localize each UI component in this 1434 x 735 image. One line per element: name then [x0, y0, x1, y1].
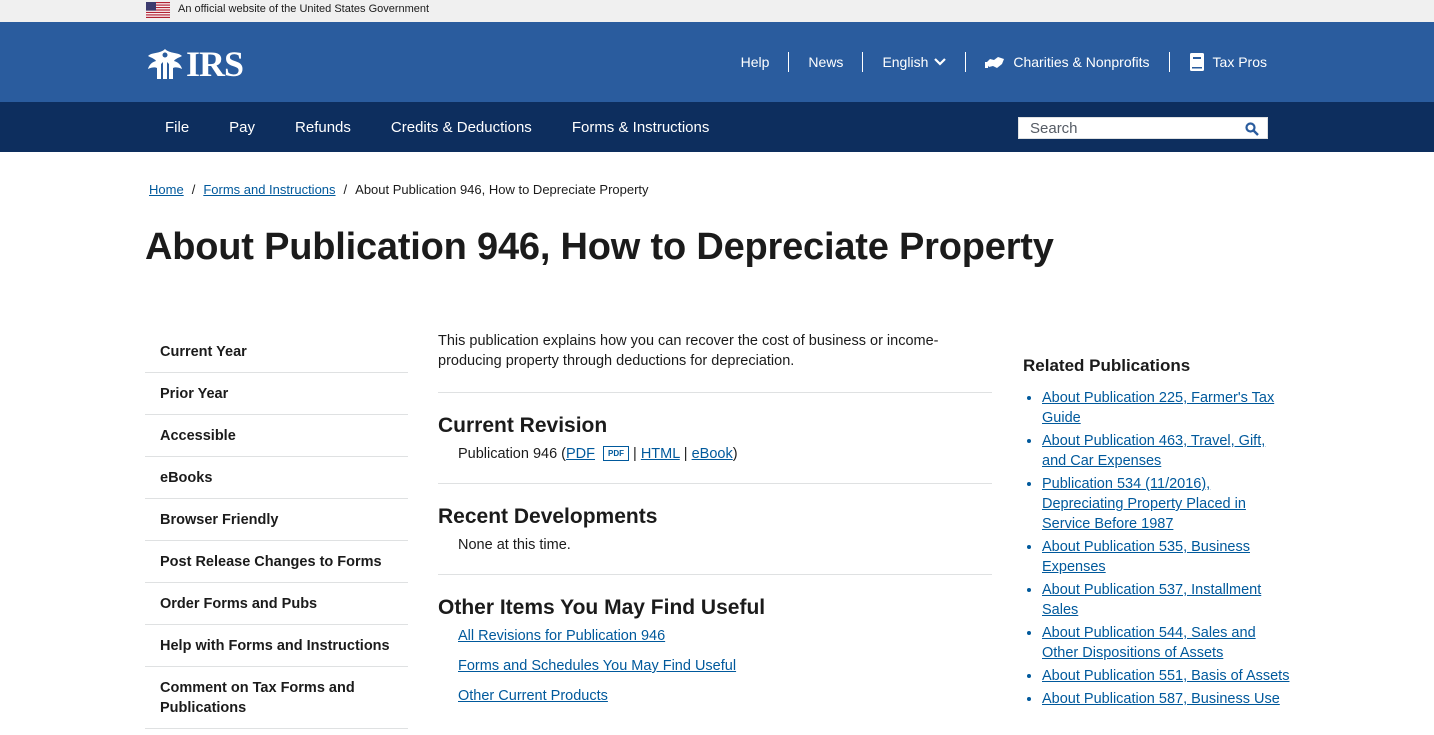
search-input[interactable]: [1019, 118, 1239, 138]
recent-developments-heading: Recent Developments: [438, 505, 658, 528]
utility-nav: Help News English Charities & Nonprofits…: [722, 22, 1267, 102]
other-products-link[interactable]: Other Current Products: [458, 688, 608, 704]
tax-pros-label: Tax Pros: [1212, 54, 1267, 70]
tax-pros-link[interactable]: Tax Pros: [1168, 52, 1267, 72]
news-label: News: [808, 54, 844, 70]
nav-pay[interactable]: Pay: [209, 119, 275, 136]
page-title: About Publication 946, How to Depreciate…: [145, 226, 1054, 268]
search-icon[interactable]: [1245, 122, 1259, 136]
ebook-link[interactable]: eBook: [692, 446, 733, 462]
pdf-badge: PDF: [603, 446, 630, 461]
other-items-section: Other Items You May Find Useful All Revi…: [438, 594, 992, 735]
sidebar-item-help-forms[interactable]: Help with Forms and Instructions: [145, 625, 408, 667]
current-revision-heading: Current Revision: [438, 414, 608, 437]
related-link-pub-535[interactable]: About Publication 535, Business Expenses: [1042, 539, 1250, 575]
list-item: About Publication 463, Travel, Gift, and…: [1042, 431, 1293, 471]
related-link-pub-225[interactable]: About Publication 225, Farmer's Tax Guid…: [1042, 390, 1274, 426]
us-flag-icon: [146, 2, 170, 18]
breadcrumb-home[interactable]: Home: [149, 182, 184, 197]
sidebar-item-ebooks[interactable]: eBooks: [145, 457, 408, 499]
related-link-pub-551[interactable]: About Publication 551, Basis of Assets: [1042, 668, 1289, 684]
intro-text: This publication explains how you can re…: [438, 331, 992, 393]
language-selector[interactable]: English: [862, 52, 965, 72]
pipe-separator: |: [633, 446, 637, 462]
sidebar-item-comment[interactable]: Comment on Tax Forms and Publications: [145, 667, 408, 729]
related-publications: Related Publications About Publication 2…: [1023, 354, 1293, 712]
list-item: About Publication 535, Business Expenses: [1042, 537, 1293, 577]
list-item: About Publication 544, Sales and Other D…: [1042, 623, 1293, 663]
breadcrumb-separator: /: [191, 182, 196, 197]
list-item: About Publication 537, Installment Sales: [1042, 580, 1293, 620]
sidebar-item-accessible[interactable]: Accessible: [145, 415, 408, 457]
pipe-separator: |: [683, 446, 688, 462]
help-label: Help: [740, 54, 770, 70]
sidebar-item-post-release-changes[interactable]: Post Release Changes to Forms: [145, 541, 408, 583]
news-link[interactable]: News: [788, 52, 862, 72]
book-icon: [1189, 53, 1204, 71]
related-link-pub-587[interactable]: About Publication 587, Business Use: [1042, 691, 1280, 707]
eagle-icon: [148, 49, 182, 79]
gov-banner-text: An official website of the United States…: [178, 3, 430, 15]
site-header: IRS Help News English Charities & Nonpro…: [0, 22, 1434, 102]
nav-credits-deductions[interactable]: Credits & Deductions: [371, 119, 552, 136]
other-items-links: All Revisions for Publication 946 Forms …: [438, 626, 992, 716]
breadcrumb: Home / Forms and Instructions / About Public…: [149, 182, 649, 197]
sidebar-item-prior-year[interactable]: Prior Year: [145, 373, 408, 415]
list-item: Publication 534 (11/2016), Depreciating …: [1042, 474, 1293, 534]
handshake-icon: [985, 57, 1005, 68]
other-items-heading: Other Items You May Find Useful: [438, 596, 766, 619]
sidebar-item-current-year[interactable]: Current Year: [145, 331, 408, 373]
breadcrumb-separator: /: [343, 182, 348, 197]
current-revision-section: Current Revision Publication 946 (PDF PDF…: [438, 412, 992, 484]
irs-logo[interactable]: IRS: [146, 44, 244, 84]
list-item: About Publication 225, Farmer's Tax Guid…: [1042, 388, 1293, 428]
search-box: [1018, 117, 1268, 139]
nav-file[interactable]: File: [145, 119, 209, 136]
recent-developments-text: None at this time.: [458, 537, 571, 553]
current-revision-body: Publication 946 (PDF PDF | HTML | eBook): [438, 444, 992, 464]
help-link[interactable]: Help: [722, 52, 789, 72]
related-link-pub-544[interactable]: About Publication 544, Sales and Other D…: [1042, 625, 1256, 661]
html-link[interactable]: HTML: [641, 446, 680, 462]
charities-link[interactable]: Charities & Nonprofits: [965, 52, 1168, 72]
related-link-pub-537[interactable]: About Publication 537, Installment Sales: [1042, 582, 1261, 618]
pdf-link[interactable]: PDF: [566, 446, 595, 462]
chevron-down-icon: [934, 58, 947, 66]
related-heading: Related Publications: [1023, 356, 1191, 375]
breadcrumb-current: About Publication 946, How to Depreciate…: [355, 182, 649, 197]
forms-schedules-link[interactable]: Forms and Schedules You May Find Useful: [458, 658, 736, 674]
logo-text: IRS: [186, 44, 244, 84]
gov-banner: An official website of the United States…: [0, 0, 1434, 22]
sidebar-item-browser-friendly[interactable]: Browser Friendly: [145, 499, 408, 541]
list-item: About Publication 551, Basis of Assets: [1042, 666, 1293, 686]
related-link-pub-534[interactable]: Publication 534 (11/2016), Depreciating …: [1042, 476, 1246, 532]
sidebar-nav: Current Year Prior Year Accessible eBook…: [145, 331, 408, 729]
all-revisions-link[interactable]: All Revisions for Publication 946: [458, 628, 665, 644]
related-link-pub-463[interactable]: About Publication 463, Travel, Gift, and…: [1042, 433, 1265, 469]
charities-label: Charities & Nonprofits: [1013, 54, 1150, 70]
main-nav: File Pay Refunds Credits & Deductions Fo…: [0, 102, 1434, 152]
list-item: About Publication 587, Business Use: [1042, 689, 1293, 709]
close-paren: ): [732, 446, 738, 462]
pub-name: Publication 946 (: [458, 446, 567, 462]
nav-refunds[interactable]: Refunds: [275, 119, 371, 136]
language-label: English: [882, 54, 929, 70]
nav-forms-instructions[interactable]: Forms & Instructions: [552, 119, 730, 136]
breadcrumb-forms[interactable]: Forms and Instructions: [203, 182, 335, 197]
main-content: This publication explains how you can re…: [438, 331, 992, 735]
recent-developments-section: Recent Developments None at this time.: [438, 503, 992, 575]
sidebar-item-order-forms[interactable]: Order Forms and Pubs: [145, 583, 408, 625]
